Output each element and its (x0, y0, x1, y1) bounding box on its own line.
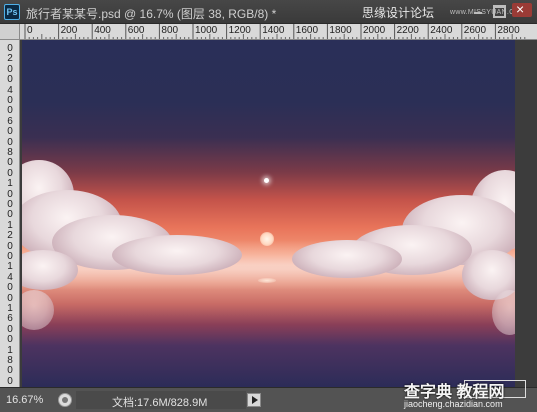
ruler-tick-label: 2800 (497, 25, 520, 36)
ruler-tick-label: 2400 (430, 25, 453, 36)
minimize-button[interactable] (470, 3, 486, 17)
ruler-tick-label: 2600 (463, 25, 487, 36)
document-info-icon[interactable] (58, 393, 72, 407)
ruler-tick-label: 400 (94, 25, 111, 36)
cloud (112, 235, 242, 275)
ruler-tick-label: 600 (127, 25, 145, 36)
photoshop-logo-icon: Ps (4, 4, 20, 20)
ruler-tick-label: 1 (7, 261, 13, 273)
ruler-tick-label: 0 (7, 334, 13, 346)
ruler-tick-label: 1400 (262, 25, 285, 36)
vertical-ruler[interactable]: 020040060080010001200140016001800 (0, 40, 20, 387)
horizontal-ruler[interactable]: 0 200 400 600 800 1000 1200 1400 1600 1800 2000 220… (20, 24, 537, 40)
ruler-tick-label: 0 (7, 282, 13, 294)
bright-star (264, 178, 269, 183)
close-button[interactable] (512, 1, 532, 17)
document-canvas[interactable] (22, 40, 515, 387)
ruler-tick-label: 6 (7, 313, 13, 325)
ruler-tick-label: 1 (7, 178, 13, 190)
site-watermark: 查字典 教程网 jiaocheng.chazidian.com (404, 378, 534, 412)
ruler-tick-label: 800 (161, 25, 179, 36)
ruler-tick-label: 1200 (228, 25, 251, 36)
document-size: 文档:17.6M/828.9M (112, 397, 208, 409)
sun-reflection (258, 278, 276, 283)
ruler-tick-label: 0 (27, 25, 33, 36)
document-title[interactable]: 旅行者某某号.psd @ 16.7% (图层 38, RGB/8) * (26, 5, 276, 22)
ruler-origin[interactable] (0, 24, 20, 40)
ruler-tick-label: 0 (7, 126, 13, 138)
zoom-level[interactable]: 16.67% (6, 394, 43, 406)
pasteboard (515, 40, 537, 387)
status-menu-arrow-button[interactable] (247, 393, 261, 407)
cloud (292, 240, 402, 278)
ruler-tick-label: 0 (7, 365, 13, 377)
document-tab-bar: Ps 旅行者某某号.psd @ 16.7% (图层 38, RGB/8) * 思… (0, 0, 537, 24)
watermark-site-url: jiaocheng.chazidian.com (404, 399, 503, 409)
ruler-tick-label: 2 (7, 230, 13, 242)
ruler-tick-label: 0 (7, 375, 13, 387)
watermark-text: 思缘设计论坛 (362, 6, 435, 20)
ruler-tick-label: 0 (7, 157, 13, 169)
cloud (22, 290, 54, 330)
ruler-tick-label: 2 (7, 53, 13, 65)
ruler-tick-label: 1600 (295, 25, 319, 36)
ruler-tick-label: 0 (7, 209, 13, 221)
maximize-button[interactable] (490, 3, 506, 18)
sun (260, 232, 274, 246)
ruler-tick-label: 2000 (363, 25, 386, 36)
ruler-tick-label: 200 (60, 25, 78, 36)
ruler-tick-label: 0 (7, 105, 13, 117)
ruler-tick-label: 0 (7, 74, 13, 86)
ruler-tick-label: 1000 (195, 25, 218, 36)
ruler-tick-label: 1800 (329, 25, 352, 36)
cloud (492, 290, 515, 335)
ruler-tick-label: 2200 (396, 25, 419, 36)
